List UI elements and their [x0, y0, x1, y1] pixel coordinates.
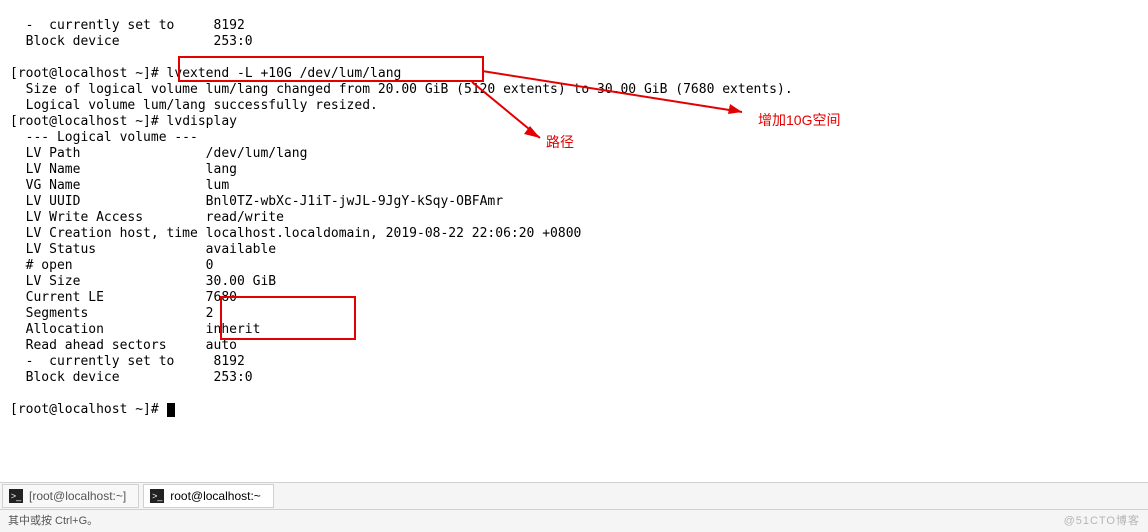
line: Segments 2: [10, 306, 214, 321]
command: lvextend -L +10G /dev/lum/lang: [167, 66, 402, 81]
line: Size of logical volume lum/lang changed …: [10, 82, 793, 97]
tab-label: [root@localhost:~]: [29, 488, 126, 504]
prompt: [root@localhost ~]#: [10, 402, 167, 417]
terminal-icon: >_: [150, 489, 164, 503]
tab-label: root@localhost:~: [170, 488, 261, 504]
line: - currently set to 8192: [10, 18, 245, 33]
taskbar: >_ [root@localhost:~] >_ root@localhost:…: [0, 482, 1148, 510]
line: Allocation inherit: [10, 322, 260, 337]
status-bar: 其中或按 Ctrl+G。 @51CTO博客: [0, 510, 1148, 532]
line: - currently set to 8192: [10, 354, 245, 369]
line: LV Size 30.00 GiB: [10, 274, 276, 289]
line: # open 0: [10, 258, 214, 273]
command: lvdisplay: [167, 114, 237, 129]
line: LV Write Access read/write: [10, 210, 284, 225]
line: LV Creation host, time localhost.localdo…: [10, 226, 581, 241]
taskbar-tab-active[interactable]: >_ root@localhost:~: [143, 484, 274, 508]
line: LV Path /dev/lum/lang: [10, 146, 307, 161]
taskbar-tab-inactive[interactable]: >_ [root@localhost:~]: [2, 484, 139, 508]
terminal-icon: >_: [9, 489, 23, 503]
line: --- Logical volume ---: [10, 130, 198, 145]
line: Current LE 7680: [10, 290, 237, 305]
cursor: [167, 403, 175, 417]
prompt: [root@localhost ~]#: [10, 114, 167, 129]
prompt: [root@localhost ~]#: [10, 66, 167, 81]
line: Block device 253:0: [10, 370, 253, 385]
line: LV UUID Bnl0TZ-wbXc-J1iT-jwJL-9JgY-kSqy-…: [10, 194, 503, 209]
line: Read ahead sectors auto: [10, 338, 237, 353]
line: VG Name lum: [10, 178, 229, 193]
line: LV Name lang: [10, 162, 237, 177]
watermark: @51CTO博客: [1064, 513, 1140, 529]
line: Block device 253:0: [10, 34, 253, 49]
line: LV Status available: [10, 242, 276, 257]
line: Logical volume lum/lang successfully res…: [10, 98, 378, 113]
terminal-output[interactable]: - currently set to 8192 Block device 253…: [0, 0, 1148, 483]
status-hint: 其中或按 Ctrl+G。: [8, 513, 98, 529]
